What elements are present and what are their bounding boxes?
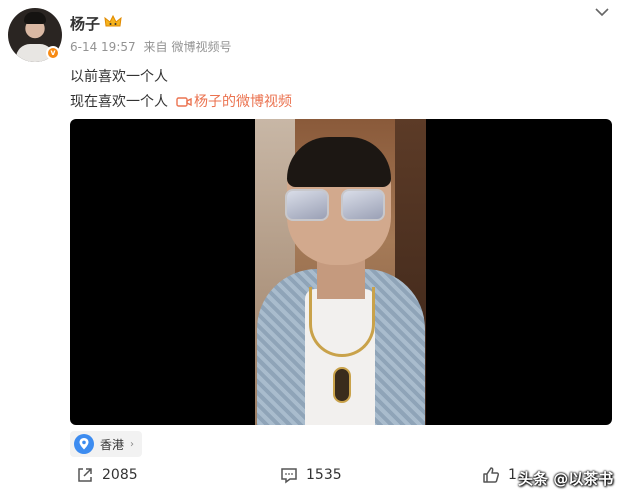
verified-badge-icon: v — [46, 46, 60, 60]
video-frame — [255, 119, 426, 425]
chevron-down-icon[interactable] — [594, 6, 610, 18]
location-arrow: › — [130, 438, 135, 450]
post-text-line1: 以前喜欢一个人 — [70, 69, 168, 85]
post-text-line2-text: 现在喜欢一个人 — [70, 94, 168, 110]
share-count: 2085 — [102, 467, 138, 483]
crown-icon[interactable] — [104, 14, 122, 29]
frame-glasses-left — [285, 189, 329, 221]
comment-count: 1535 — [306, 467, 342, 483]
source-prefix: 来自 — [143, 40, 168, 54]
frame-pendant — [333, 367, 351, 403]
video-link-label: 杨子的微博视频 — [194, 94, 292, 110]
video-link-icon — [176, 97, 192, 107]
video-link[interactable]: 杨子的微博视频 — [176, 94, 292, 110]
location-label: 香港 — [100, 437, 125, 452]
video-player[interactable] — [70, 119, 612, 425]
share-icon — [78, 468, 92, 482]
post-meta: 6-14 19:57 来自 微博视频号 — [70, 38, 236, 55]
like-icon — [483, 467, 500, 483]
avatar-hair — [24, 12, 46, 24]
comment-button[interactable]: 1535 — [280, 466, 342, 484]
location-pin-icon — [74, 434, 94, 454]
share-button[interactable]: 2085 — [76, 466, 138, 484]
post-source[interactable]: 微博视频号 — [171, 40, 231, 54]
frame-chain — [309, 287, 375, 357]
like-button[interactable]: 1. — [482, 466, 521, 484]
frame-hair — [287, 137, 391, 187]
post-text-line2: 现在喜欢一个人 杨子的微博视频 — [70, 91, 292, 111]
location-tag[interactable]: 香港 › — [70, 431, 143, 457]
frame-glasses-right — [341, 189, 385, 221]
watermark: 头条 @以茶书 — [518, 470, 614, 488]
post-time[interactable]: 6-14 19:57 — [70, 40, 136, 54]
comment-icon — [281, 468, 297, 484]
username[interactable]: 杨子 — [70, 13, 100, 34]
